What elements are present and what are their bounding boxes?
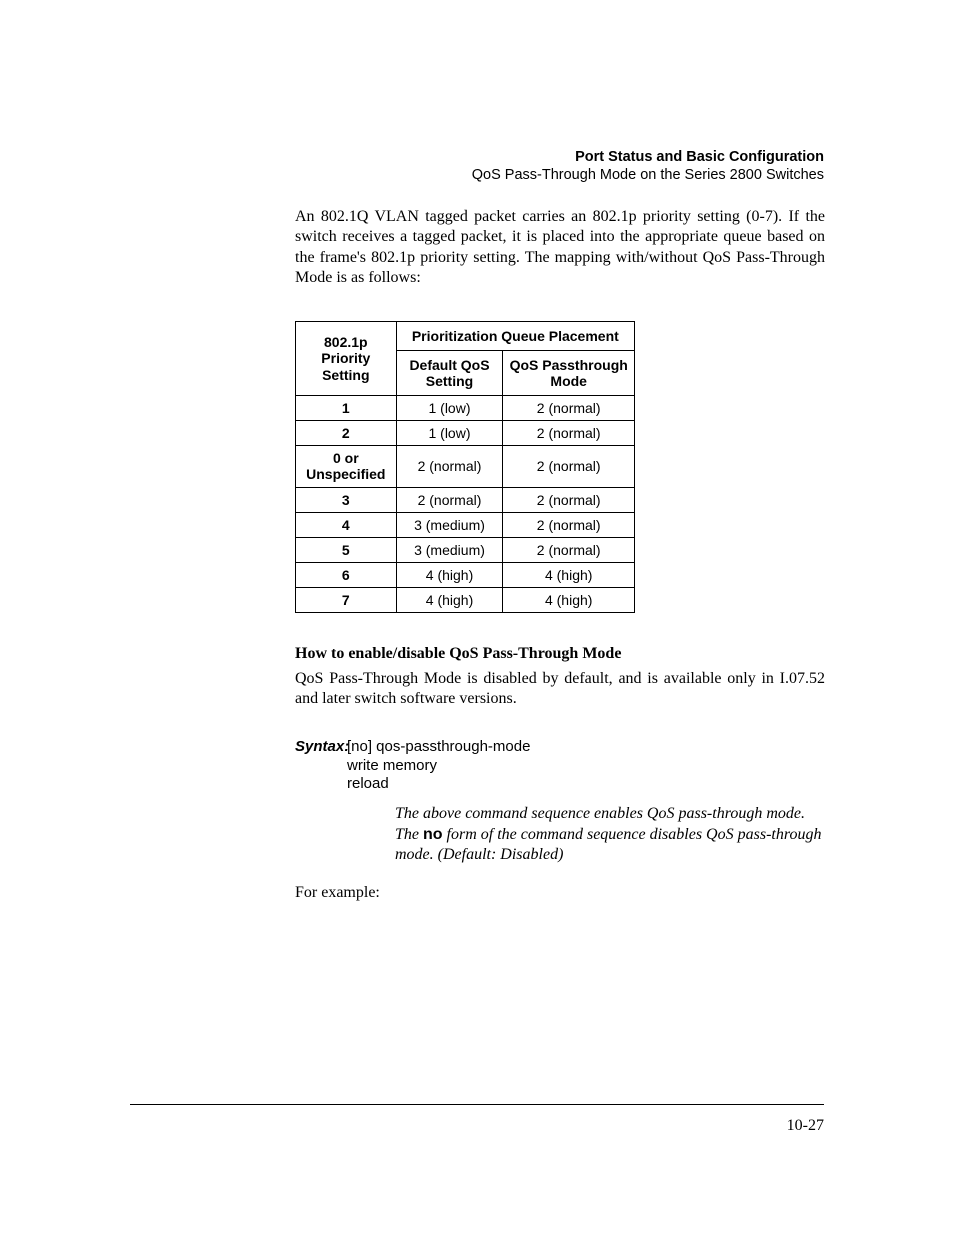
syntax-desc-post: form of the command sequence disables Qo… [395,826,821,863]
cell-passthrough: 2 (normal) [503,487,635,512]
cell-priority: 7 [296,587,397,612]
cell-priority: 1 [296,396,397,421]
cell-passthrough: 2 (normal) [503,396,635,421]
syntax-no-keyword: no [423,826,443,843]
syntax-block: Syntax: [no] qos-passthrough-mode write … [295,738,825,794]
table-row: 1 1 (low) 2 (normal) [296,396,635,421]
table-header-row-1: 802.1p Priority Setting Prioritization Q… [296,321,635,350]
cell-priority: 4 [296,512,397,537]
cell-passthrough: 4 (high) [503,562,635,587]
cell-passthrough: 2 (normal) [503,537,635,562]
cell-priority: 2 [296,421,397,446]
cell-passthrough: 2 (normal) [503,446,635,487]
running-head-subtitle: QoS Pass-Through Mode on the Series 2800… [472,166,824,184]
syntax-label: Syntax: [295,738,347,794]
table-row: 5 3 (medium) 2 (normal) [296,537,635,562]
running-head-title: Port Status and Basic Configuration [472,148,824,166]
cell-default: 2 (normal) [396,446,503,487]
cell-priority: 3 [296,487,397,512]
cell-default: 4 (high) [396,587,503,612]
cell-passthrough: 2 (normal) [503,421,635,446]
table-row: 3 2 (normal) 2 (normal) [296,487,635,512]
syntax-cmd-line: reload [347,775,530,794]
syntax-commands: [no] qos-passthrough-mode write memory r… [347,738,530,794]
cell-default: 4 (high) [396,562,503,587]
cell-priority: 5 [296,537,397,562]
cell-default: 1 (low) [396,396,503,421]
col-header-priority: 802.1p Priority Setting [296,321,397,395]
table-row: 2 1 (low) 2 (normal) [296,421,635,446]
cell-default: 1 (low) [396,421,503,446]
cell-passthrough: 4 (high) [503,587,635,612]
page: Port Status and Basic Configuration QoS … [0,0,954,1235]
table-row: 7 4 (high) 4 (high) [296,587,635,612]
cell-default: 3 (medium) [396,512,503,537]
qos-mapping-table: 802.1p Priority Setting Prioritization Q… [295,321,635,613]
syntax-description: The above command sequence enables QoS p… [395,804,825,865]
syntax-cmd-line: write memory [347,757,530,776]
page-number: 10-27 [787,1117,824,1135]
col-header-passthrough: QoS Passthrough Mode [503,350,635,395]
intro-paragraph: An 802.1Q VLAN tagged packet carries an … [295,207,825,289]
example-lead: For example: [295,884,824,902]
col-header-placement: Prioritization Queue Placement [396,321,634,350]
syntax-cmd-line: [no] qos-passthrough-mode [347,738,530,757]
cell-priority: 0 or Unspecified [296,446,397,487]
running-head: Port Status and Basic Configuration QoS … [472,148,824,184]
table-row: 0 or Unspecified 2 (normal) 2 (normal) [296,446,635,487]
cell-priority: 6 [296,562,397,587]
footer-rule [130,1104,824,1105]
section-body: QoS Pass-Through Mode is disabled by def… [295,669,825,710]
cell-default: 2 (normal) [396,487,503,512]
col-header-default: Default QoS Setting [396,350,503,395]
table-row: 6 4 (high) 4 (high) [296,562,635,587]
section-heading: How to enable/disable QoS Pass-Through M… [295,645,824,663]
cell-passthrough: 2 (normal) [503,512,635,537]
cell-default: 3 (medium) [396,537,503,562]
table-row: 4 3 (medium) 2 (normal) [296,512,635,537]
